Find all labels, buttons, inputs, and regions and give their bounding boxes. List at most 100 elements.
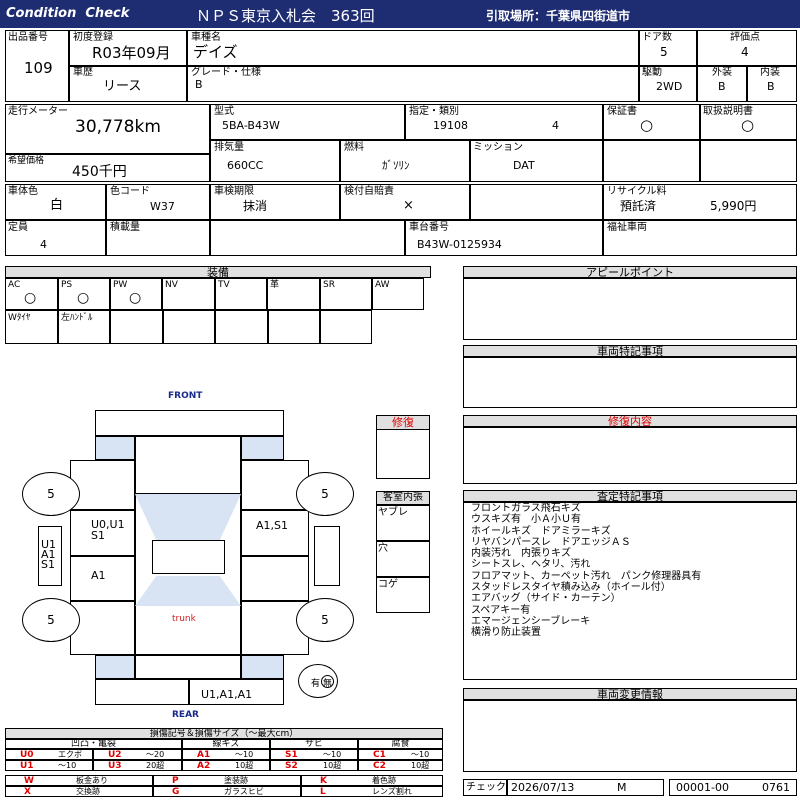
- tire-front-left: 5: [22, 472, 80, 516]
- legend-entry: U0 エクボ: [5, 749, 93, 760]
- inspector: M: [617, 781, 627, 794]
- model-label: 型式: [214, 106, 234, 117]
- legend-symbol-code: P: [172, 776, 179, 786]
- legend-title: 損傷記号＆損傷サイズ（～最大cm）: [5, 728, 443, 739]
- legend-desc: ～10: [411, 750, 430, 759]
- equipment-value: ○: [24, 290, 37, 306]
- equipment-cell-3: NV: [162, 278, 215, 310]
- manual-value: ○: [741, 116, 755, 134]
- blank-spec-cell-2: [700, 140, 797, 182]
- blank-row4-cell: [210, 220, 405, 256]
- rear-right-corner: [241, 655, 284, 679]
- legend-desc: エクボ: [58, 750, 82, 759]
- lot-number: 109: [24, 59, 53, 77]
- recycle-amount: 5,990円: [710, 199, 757, 213]
- price-label: 希望価格: [8, 156, 45, 166]
- capacity-value: 4: [40, 238, 47, 251]
- legend-group-header: サビ: [270, 739, 358, 749]
- equipment-label: PS: [61, 280, 73, 290]
- front-bumper: [95, 410, 284, 436]
- color-code-value: W37: [150, 200, 175, 213]
- equipment-cell-5: 革: [267, 278, 320, 310]
- equipment-value: ○: [129, 290, 142, 306]
- legend-symbol-desc: 着色跡: [372, 776, 396, 785]
- legend-symbol-code: W: [24, 776, 34, 786]
- doors-value: 5: [660, 45, 668, 59]
- interior-item-2-label: 穴: [378, 543, 388, 554]
- front-right-corner: [241, 436, 284, 460]
- history-value: リース: [103, 79, 142, 94]
- inspection-value: 抹消: [243, 199, 268, 213]
- change-info-box: [463, 700, 797, 772]
- recycle-label: リサイクル料: [607, 186, 667, 197]
- mileage-label: 走行メーター: [8, 106, 68, 117]
- legend-desc: ～10: [323, 750, 342, 759]
- equipment-cell-row2-1: 左ﾊﾝﾄﾞﾙ: [58, 310, 110, 344]
- tire-rear-right: 5: [296, 598, 354, 642]
- inspection-note: シートスレ、ヘタリ、汚れ: [471, 559, 591, 571]
- equipment-cell-1: PS ○: [58, 278, 110, 310]
- equipment-cell-row2-6: [320, 310, 372, 344]
- inspection-note: スタッドレスタイヤ積み込み（ホイール付）: [471, 582, 671, 594]
- legend-entry: S1 ～10: [270, 749, 358, 760]
- tire-front-right: 5: [296, 472, 354, 516]
- transmission-label: ミッション: [473, 142, 523, 153]
- legend-symbol-desc: 塗装跡: [224, 776, 248, 785]
- legend-entry: A2 10超: [182, 760, 270, 771]
- fuel-value: ｶﾞｿﾘﾝ: [382, 159, 410, 172]
- repair-title: 修復: [376, 415, 430, 430]
- mileage-value: 30,778km: [75, 117, 161, 137]
- legend-desc: ～20: [146, 750, 165, 759]
- category-value: 4: [552, 119, 559, 132]
- welfare-label: 福祉車両: [607, 222, 647, 233]
- int-label: 内装: [760, 67, 780, 78]
- legend-symbol-code: K: [320, 776, 327, 786]
- legend-symbol-desc: 交換跡: [76, 787, 100, 796]
- legend-symbol: G ガラスヒビ: [153, 786, 301, 797]
- warranty-value: ○: [640, 116, 654, 134]
- auction-title: ＮＰＳ東京入札会 363回: [196, 7, 375, 25]
- equipment-cell-row2-3: [163, 310, 215, 344]
- rear-label: REAR: [172, 710, 199, 720]
- name-label: 車種名: [191, 32, 221, 43]
- spare-none: 無: [323, 679, 333, 689]
- legend-code: S1: [285, 750, 298, 760]
- first-reg-label: 初度登録: [73, 32, 113, 43]
- drive-value: 2WD: [656, 80, 683, 93]
- legend-symbol: W 板金あり: [5, 775, 153, 786]
- check-label: チェック: [466, 782, 506, 793]
- inspection-notes-list: フロントガラス飛石キズ ウスキズ有 小Ａ小Ｕ有 ホイールキズ ドアミラーキズ リヤバン…: [471, 503, 701, 639]
- equipment-label: 革: [270, 280, 280, 290]
- check-date: 2026/07/13: [511, 781, 575, 794]
- inspection-notes-title: 査定特記事項: [463, 490, 797, 503]
- inspection-note: エマージェンシーブレーキ: [471, 615, 591, 627]
- legend-code: A2: [197, 761, 211, 771]
- equipment-label: SR: [323, 280, 335, 290]
- spare-tire: 有 無: [298, 664, 338, 698]
- equipment-label: PW: [113, 280, 128, 290]
- damage-front-right-door: A1,S1: [256, 519, 289, 532]
- hood: [135, 436, 241, 494]
- front-left-fender: [70, 460, 135, 510]
- legend-group-header: 腐食: [358, 739, 443, 749]
- ext-value: B: [718, 80, 726, 93]
- legend-symbol-code: X: [24, 787, 31, 797]
- inspection-note: エアバッグ（サイド・カーテン）: [471, 593, 621, 605]
- inspection-note: ホイールキズ ドアミラーキズ: [471, 525, 611, 537]
- legend-symbol-desc: 板金あり: [76, 776, 108, 785]
- inspection-note: フロントガラス飛石キズ: [471, 503, 581, 514]
- drive-label: 駆動: [642, 67, 662, 78]
- color-code-label: 色コード: [110, 186, 150, 197]
- legend-symbol-code: L: [320, 787, 326, 797]
- legend-desc: ～10: [235, 750, 254, 759]
- transmission-value: DAT: [513, 159, 535, 172]
- rear-bumper-left: [95, 679, 189, 705]
- inspection-note: フロアマット、カーペット汚れ パンク修理器具有: [471, 570, 702, 582]
- int-value: B: [767, 80, 775, 93]
- equipment-label: Wﾀｲﾔ: [8, 313, 31, 323]
- rear-left-corner: [95, 655, 135, 679]
- tire-rear-left: 5: [22, 598, 80, 642]
- legend-code: U0: [20, 750, 34, 760]
- legend-symbol: K 着色跡: [301, 775, 443, 786]
- legend-symbol: L レンズ割れ: [301, 786, 443, 797]
